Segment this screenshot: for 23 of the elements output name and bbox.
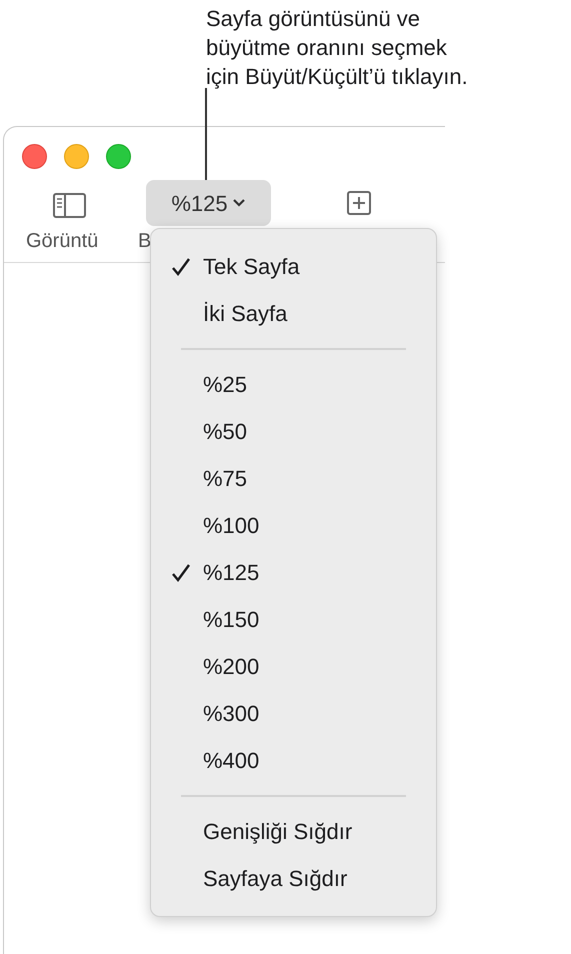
menu-item[interactable]: %300	[151, 690, 436, 737]
menu-item[interactable]: Sayfaya Sığdır	[151, 855, 436, 902]
menu-item[interactable]: %75	[151, 455, 436, 502]
minimize-window-icon[interactable]	[64, 144, 89, 169]
menu-item[interactable]: %50	[151, 408, 436, 455]
menu-item[interactable]: %100	[151, 502, 436, 549]
menu-item[interactable]: %25	[151, 361, 436, 408]
toolbar-label: Görüntü	[26, 229, 98, 254]
menu-item[interactable]: Tek Sayfa	[151, 243, 436, 290]
add-icon[interactable]	[347, 191, 371, 215]
menu-item[interactable]: İki Sayfa	[151, 290, 436, 337]
callout-text: Sayfa görüntüsünü ve büyütme oranını seçmek için Büyüt/Küçült’ü tıklayın.	[206, 5, 468, 91]
close-window-icon[interactable]	[22, 144, 47, 169]
chevron-down-icon	[232, 198, 246, 208]
menu-item[interactable]: %400	[151, 737, 436, 784]
menu-item[interactable]: %200	[151, 643, 436, 690]
zoom-window-icon[interactable]	[106, 144, 131, 169]
toolbar-label: B	[138, 229, 152, 254]
sidebar-icon[interactable]	[53, 193, 86, 218]
menu-item[interactable]: %125	[151, 549, 436, 596]
zoom-dropdown-button[interactable]: %125	[146, 180, 271, 226]
menu-item[interactable]: Genişliği Sığdır	[151, 808, 436, 855]
menu-item[interactable]: %150	[151, 596, 436, 643]
